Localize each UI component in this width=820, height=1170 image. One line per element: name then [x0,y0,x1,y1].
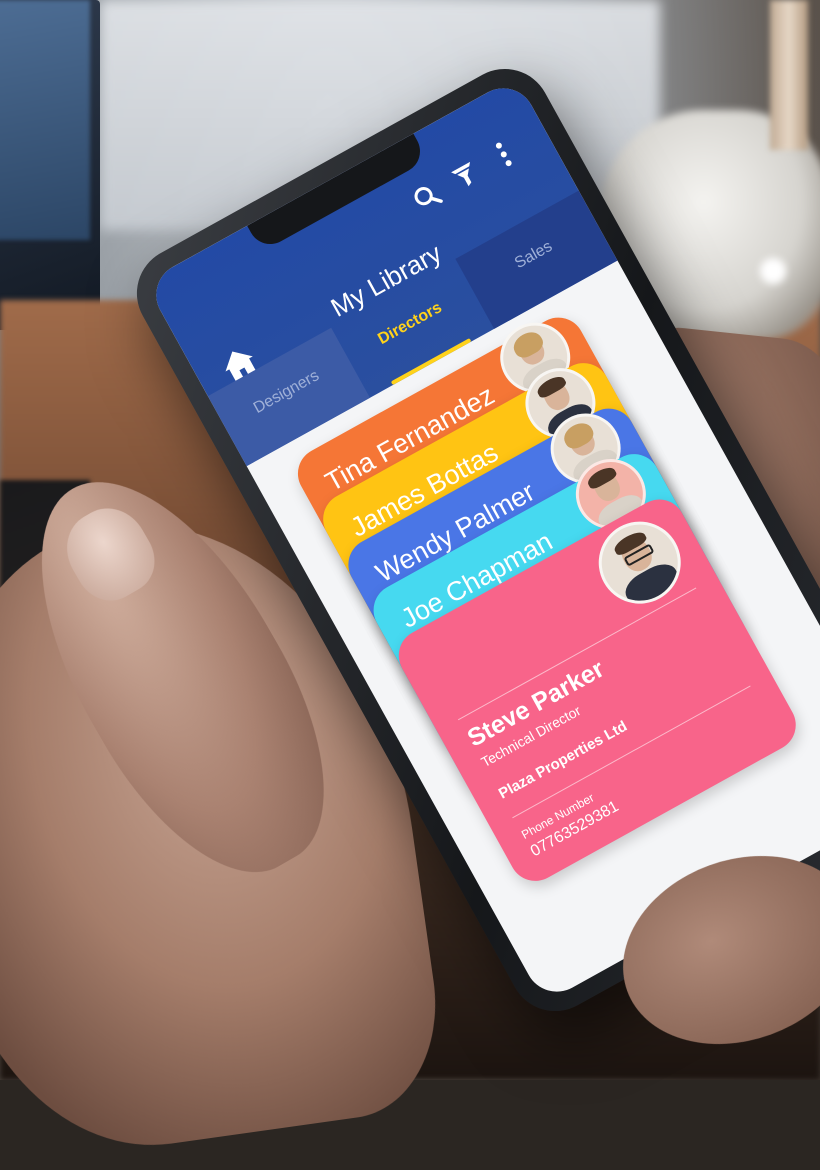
thumbnail-nail [52,494,168,613]
more-vertical-icon [495,142,512,167]
more-options-button[interactable] [479,130,528,179]
search-icon [414,187,443,206]
monitor-screen [0,0,90,240]
search-button[interactable] [402,173,451,222]
filter-button[interactable] [441,151,490,200]
lamp-arm [770,0,808,150]
divider [457,587,697,721]
lamp-light [760,258,786,284]
filter-icon [451,161,472,187]
